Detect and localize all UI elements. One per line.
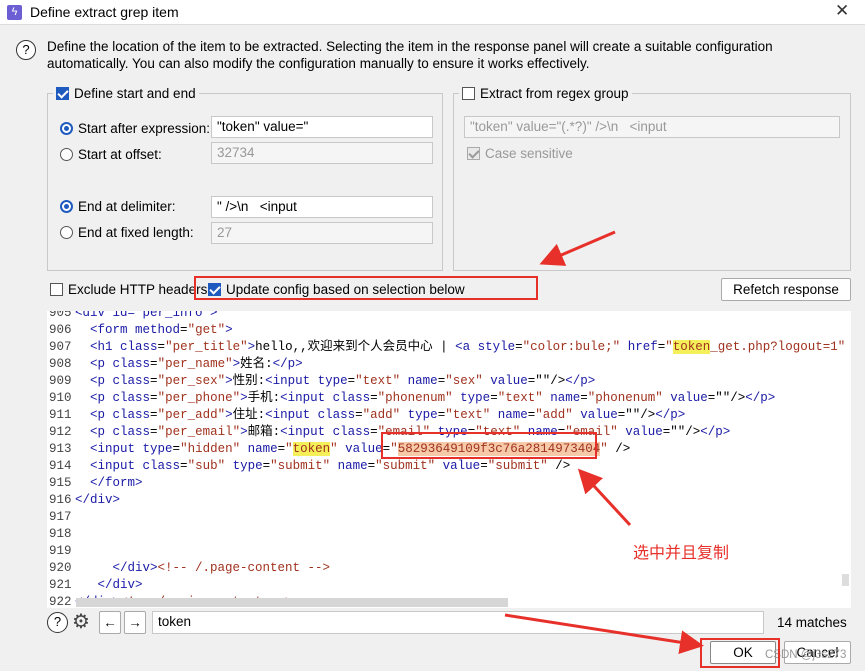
arrow-to-token-value: [577, 468, 632, 527]
arrow-to-update-config: [539, 230, 616, 266]
arrow-to-ok: [504, 613, 704, 655]
annotation-arrows: [504, 230, 704, 655]
